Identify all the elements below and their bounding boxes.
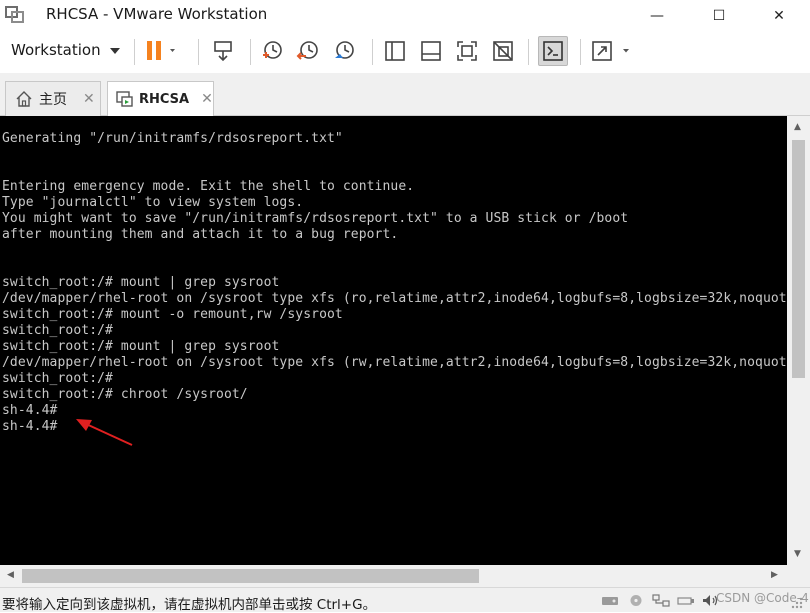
chevron-down-icon[interactable] [110,48,120,54]
console-line: /dev/mapper/rhel-root on /sysroot type x… [2,291,787,306]
scrollbar-corner [787,565,810,587]
console-line: /dev/mapper/rhel-root on /sysroot type x… [2,355,787,370]
tab-bar: 主页 ✕ RHCSA ✕ [0,73,810,116]
full-screen-icon [457,41,477,61]
snapshot-manager-button[interactable] [330,37,358,65]
console-line: switch_root:/# mount -o remount,rw /sysr… [2,307,343,322]
maximize-button[interactable]: ☐ [696,0,742,31]
console-line: switch_root:/# mount | grep sysroot [2,275,280,290]
vmware-logo-icon [5,6,24,23]
status-bar: 要将输入定向到该虚拟机，请在虚拟机内部单击或按 Ctrl+G。 CSDN @Co… [0,587,810,613]
stretch-guest-button[interactable] [590,37,636,65]
tab-close-icon[interactable]: ✕ [83,91,95,107]
console-output: Generating "/run/initramfs/rdsosreport.t… [2,131,787,435]
console-line: You might want to save "/run/initramfs/r… [2,211,629,226]
library-view-button[interactable] [381,37,409,65]
workstation-menu[interactable]: Workstation [11,41,101,59]
full-screen-button[interactable] [453,37,481,65]
scroll-up-icon[interactable]: ▲ [794,122,801,132]
console-view-button[interactable] [538,36,568,66]
revert-snapshot-button[interactable] [294,37,322,65]
console-line: switch_root:/# [2,371,113,386]
resize-grip-icon[interactable] [787,596,805,610]
toolbar-divider [372,39,373,65]
annotation-arrow-icon [76,419,133,446]
toolbar-divider [134,39,135,65]
console-line: switch_root:/# chroot /sysroot/ [2,387,248,402]
window-title: RHCSA - VMware Workstation [46,5,268,23]
toolbar-divider [198,39,199,65]
thumbnail-bar-button[interactable] [417,37,445,65]
console-line: Type "journalctl" to view system logs. [2,195,304,210]
console-line: Generating "/run/initramfs/rdsosreport.t… [2,131,343,146]
tab-home[interactable]: 主页 ✕ [5,81,101,116]
scroll-down-icon[interactable]: ▼ [794,549,801,559]
sidebar-layout-icon [385,41,405,61]
snapshot-manager-icon [335,41,354,59]
snapshot-clock-icon [263,41,282,59]
console-line: Entering emergency mode. Exit the shell … [2,179,415,194]
stretch-icon [592,41,629,61]
usb-device-icon[interactable] [677,594,695,607]
console-line: sh-4.4# [2,419,58,434]
snapshot-button[interactable] [258,37,286,65]
network-adapter-icon[interactable] [652,594,670,607]
horizontal-scroll-thumb[interactable] [22,569,479,583]
toolbar-divider [580,39,581,65]
unity-disabled-icon [493,41,513,61]
scroll-right-icon[interactable]: ▶ [771,570,778,580]
tab-close-icon[interactable]: ✕ [201,91,213,107]
vm-tab-icon [116,91,133,107]
status-message: 要将输入定向到该虚拟机，请在虚拟机内部单击或按 Ctrl+G。 [2,597,377,613]
vertical-scroll-thumb[interactable] [792,140,805,378]
toolbar: Workstation [0,31,810,73]
monitor-send-icon [214,41,232,62]
unity-button[interactable] [489,37,517,65]
bottom-panel-layout-icon [421,41,441,61]
home-icon [16,91,32,107]
terminal-icon [543,41,563,61]
console-line: sh-4.4# [2,403,58,418]
cd-drive-icon[interactable] [627,594,645,607]
scroll-left-icon[interactable]: ◀ [7,570,14,580]
minimize-button[interactable]: — [634,0,680,31]
tab-label: 主页 [39,92,67,108]
tab-rhcsa[interactable]: RHCSA ✕ [107,81,214,116]
console-line: after mounting them and attach it to a b… [2,227,399,242]
hard-disk-icon[interactable] [601,594,619,607]
console-line: switch_root:/# [2,323,113,338]
title-bar: RHCSA - VMware Workstation — ☐ ✕ [0,0,810,31]
vm-console[interactable]: Generating "/run/initramfs/rdsosreport.t… [0,116,787,565]
revert-clock-icon [296,41,318,60]
send-keys-button[interactable] [209,37,237,65]
close-button[interactable]: ✕ [756,0,802,31]
pause-button[interactable] [141,37,181,65]
toolbar-divider [528,39,529,65]
tab-label: RHCSA [139,91,190,107]
toolbar-divider [250,39,251,65]
pause-icon [147,41,175,60]
console-line: switch_root:/# mount | grep sysroot [2,339,280,354]
